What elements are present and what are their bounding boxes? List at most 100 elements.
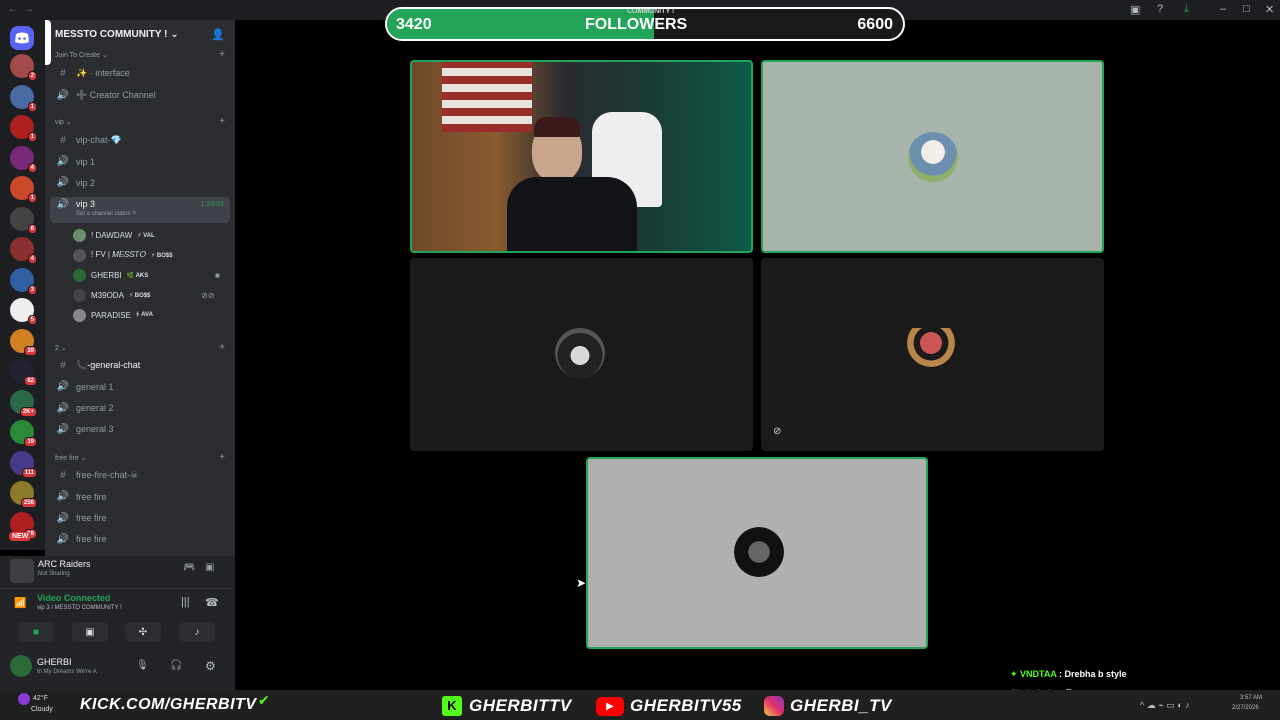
server-icon[interactable]: 19 (10, 420, 37, 447)
voice-member[interactable]: ! DAWDAW ⚡ VAL (73, 226, 155, 244)
activity-status: Not Sharing (38, 571, 70, 577)
inbox-icon[interactable]: ▣ (1130, 3, 1140, 16)
close-icon[interactable]: ✕ (1265, 3, 1274, 16)
voice-channel-icon: 🔊 (56, 402, 70, 414)
channel-freefire-2[interactable]: 🔊 free fire (50, 509, 230, 528)
video-tile-user-3[interactable] (410, 258, 753, 451)
channel-top-0[interactable]: # ✨ · interface (50, 64, 230, 83)
server-icon[interactable]: 1 (10, 176, 37, 203)
channel-freefire-0[interactable]: # free-fire-chat-☠ (50, 466, 230, 485)
help-icon[interactable]: ? (1157, 3, 1163, 15)
video-tile-user-4[interactable]: ⊘ (761, 258, 1104, 451)
tray-date: 2/27/2026 (1232, 705, 1259, 711)
add-channel-icon[interactable]: + (219, 49, 225, 60)
voice-channel-icon: 🔊 (56, 156, 70, 167)
channel-freefire-3[interactable]: 🔊 free fire (50, 530, 230, 549)
flag-backdrop (442, 62, 532, 132)
avatar (73, 228, 86, 242)
server-icon[interactable]: 1 (10, 115, 37, 142)
noise-suppression-icon[interactable]: ||| (181, 596, 190, 608)
minimize-icon[interactable]: – (1220, 3, 1226, 15)
instagram-handle: GHERBI_TV (790, 696, 892, 715)
voice-channel-icon: 🔊 (56, 381, 70, 393)
category-vip[interactable]: vip ⌄ (55, 118, 72, 126)
settings-gear-icon[interactable]: ⚙ (205, 659, 216, 673)
avatar[interactable] (10, 655, 32, 677)
channel-label: free fire (76, 513, 107, 524)
screen-share-button[interactable]: ▣ (72, 622, 108, 642)
add-channel-icon[interactable]: + (219, 452, 225, 463)
channel-general-3[interactable]: 🔊 general 3 (50, 420, 230, 439)
voice-channel-icon: 🔊 (56, 423, 70, 435)
server-icon[interactable]: 6 (10, 206, 37, 234)
user-avatar (906, 328, 956, 378)
channel-status[interactable]: Set a channel status ✎ (76, 210, 137, 217)
channel-freefire-1[interactable]: 🔊 free fire (50, 487, 230, 506)
video-tile-user-5[interactable] (586, 457, 928, 649)
text-channel-icon: # (60, 360, 66, 371)
download-icon[interactable]: ⤓ (1184, 3, 1189, 16)
category-2[interactable]: 2 ⌄ (55, 344, 67, 352)
headphones-icon[interactable]: 🎧 (170, 660, 182, 671)
voice-member[interactable]: GHERBI 🌿 AKS (73, 266, 148, 284)
voice-member[interactable]: PARADISE ᚼ AVA (73, 306, 153, 324)
channel-general-2[interactable]: 🔊 general 2 (50, 399, 230, 418)
voice-member[interactable]: ! FV | 𝑀𝐸𝑆𝑆𝑇𝑂 ⚡ BO$$ (73, 246, 173, 264)
text-channel-icon: # (60, 135, 66, 146)
server-notification-badge: 3 (27, 284, 37, 295)
server-icon[interactable]: 4 (10, 145, 37, 173)
add-channel-icon[interactable]: + (219, 116, 225, 127)
disconnect-icon[interactable]: ☎ (205, 596, 219, 609)
video-tile-user-2[interactable] (761, 60, 1104, 253)
maximize-icon[interactable]: □ (1243, 3, 1250, 15)
voice-status[interactable]: Video Connected (37, 593, 110, 603)
followers-goal: 6600 (857, 16, 893, 33)
category-join-to-create[interactable]: Join To Create ⌄ (55, 51, 108, 59)
channel-vip-3[interactable]: 🔊 vip 3 Set a channel status ✎ 1:20:01 (50, 197, 230, 223)
kick-logo-icon: K (442, 696, 462, 716)
server-icon[interactable]: 111 (10, 450, 37, 478)
channel-vip-1[interactable]: 🔊 vip 1 (50, 152, 230, 171)
system-tray-icons[interactable]: ^ ☁ ⌁ ▭ ◐ ♪ (1140, 700, 1190, 711)
soundboard-button[interactable]: ♪ (179, 622, 215, 642)
server-icon[interactable]: 5 (10, 298, 37, 325)
member-name: ! DAWDAW (91, 230, 133, 240)
category-free-fire[interactable]: free fire ⌄ (55, 454, 87, 462)
member-name: M39ODA (91, 290, 124, 300)
voice-member[interactable]: M39ODA ⚡ BO$$ (73, 286, 150, 304)
discord-home-icon[interactable] (10, 26, 34, 50)
channel-top-1[interactable]: 🔊 ➕ Creator Channel (50, 86, 230, 105)
forward-arrow-icon[interactable]: → (24, 4, 34, 15)
server-icon[interactable]: 256 (10, 481, 37, 508)
server-notification-badge: 62 (24, 376, 37, 386)
channel-vip-2[interactable]: 🔊 vip 2 (50, 173, 230, 192)
back-arrow-icon[interactable]: ← (8, 4, 18, 15)
add-channel-icon[interactable]: + (219, 342, 225, 353)
username[interactable]: GHERBI (37, 657, 72, 667)
server-notification-badge: 5 (27, 315, 37, 325)
channel-general-0[interactable]: # 📞-general-chat (50, 356, 230, 375)
video-tile-streamer[interactable] (410, 60, 753, 253)
channel-label: free fire (76, 491, 107, 502)
server-name[interactable]: MESSTO COMMUNITY ! ⌄ (55, 29, 179, 40)
activities-button[interactable]: ✣ (125, 622, 161, 642)
channel-general-1[interactable]: 🔊 general 1 (50, 377, 230, 396)
server-icon[interactable]: 4 (10, 237, 37, 264)
voice-location[interactable]: vip 3 / MESSTO COMMUNITY ! (37, 605, 122, 611)
channel-vip-0[interactable]: # vip-chat-💎 (50, 131, 230, 150)
server-icon[interactable]: 39 (10, 328, 37, 356)
followers-current: 3420 (396, 16, 432, 33)
controller-icon[interactable]: 🎮 (183, 562, 195, 573)
server-icon[interactable]: 2K+ (10, 389, 37, 417)
share-screen-icon[interactable]: ▣ (205, 562, 214, 573)
avatar (73, 288, 86, 302)
user-avatar (555, 328, 605, 378)
server-icon[interactable]: 2 (10, 54, 37, 81)
microphone-icon[interactable]: 🎙 (136, 660, 149, 671)
weather-icon (18, 693, 30, 705)
server-icon[interactable]: 1 (10, 84, 37, 112)
server-icon[interactable]: 3 (10, 267, 37, 295)
add-member-icon[interactable]: 👤 (211, 28, 225, 41)
camera-button[interactable]: ■ (18, 622, 54, 642)
server-icon[interactable]: 62 (10, 359, 37, 386)
